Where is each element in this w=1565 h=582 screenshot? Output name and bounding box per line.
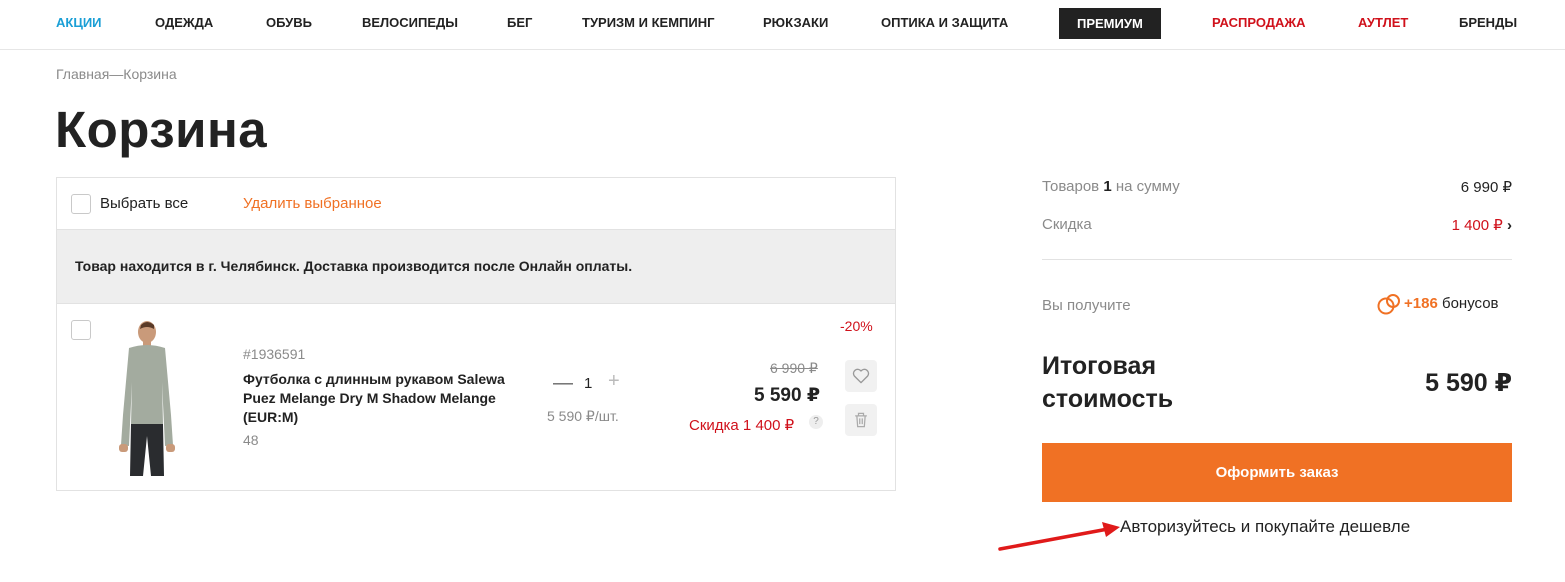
- nav-item-sale[interactable]: РАСПРОДАЖА: [1212, 0, 1306, 46]
- discount-label: Скидка: [1042, 216, 1092, 233]
- select-all-checkbox[interactable]: [71, 194, 91, 214]
- chevron-right-icon: ›: [1507, 217, 1512, 234]
- breadcrumb: Главная—Корзина: [56, 66, 177, 82]
- bonus-word: бонусов: [1442, 295, 1499, 312]
- nav-item-sales[interactable]: АКЦИИ: [56, 0, 102, 46]
- select-bar: Выбрать все Удалить выбранное: [57, 178, 895, 230]
- bonus-label: Вы получите: [1042, 297, 1131, 314]
- nav-item-shoes[interactable]: ОБУВЬ: [266, 0, 312, 46]
- nav-item-tourism[interactable]: ТУРИЗМ И КЕМПИНГ: [582, 0, 714, 46]
- discount-summary[interactable]: 1 400 ₽ ›: [1380, 216, 1512, 234]
- item-discount: Скидка 1 400 ₽: [689, 417, 795, 434]
- delivery-notice: Товар находится в г. Челябинск. Доставка…: [57, 230, 895, 304]
- checkout-button[interactable]: Оформить заказ: [1042, 443, 1512, 502]
- unit-price: 5 590 ₽/шт.: [547, 408, 619, 424]
- nav-item-outlet[interactable]: АУТЛЕТ: [1358, 0, 1408, 46]
- bonus-coins-icon: [1377, 294, 1400, 315]
- total-label: Итоговая стоимость: [1042, 352, 1174, 413]
- items-suffix: на сумму: [1115, 178, 1180, 195]
- quantity-increase-button[interactable]: +: [608, 370, 620, 393]
- nav-item-clothing[interactable]: ОДЕЖДА: [155, 0, 213, 46]
- trash-icon: [855, 412, 867, 428]
- item-name[interactable]: Футболка с длинным рукавом Salewa Puez M…: [243, 370, 533, 427]
- discount-value: 1 400 ₽: [1451, 217, 1503, 234]
- page-title: Корзина: [55, 101, 268, 158]
- product-image[interactable]: [107, 320, 187, 478]
- select-all-label[interactable]: Выбрать все: [100, 195, 188, 212]
- items-prefix: Товаров: [1042, 178, 1100, 195]
- heart-icon: [852, 368, 870, 384]
- delete-item-button[interactable]: [845, 404, 877, 436]
- item-price: 5 590 ₽: [754, 385, 821, 406]
- delivery-notice-text: Товар находится в г. Челябинск. Доставка…: [75, 258, 633, 274]
- item-checkbox[interactable]: [71, 320, 91, 340]
- nav-item-backpacks[interactable]: РЮКЗАКИ: [763, 0, 828, 46]
- breadcrumb-current: Корзина: [123, 66, 177, 82]
- nav-item-optics[interactable]: ОПТИКА И ЗАЩИТА: [881, 0, 1008, 46]
- discount-help-icon[interactable]: ?: [809, 415, 823, 429]
- quantity-value: 1: [584, 375, 593, 392]
- item-size: 48: [243, 432, 259, 448]
- item-sku: #1936591: [243, 346, 306, 362]
- top-nav: АКЦИИ ОДЕЖДА ОБУВЬ ВЕЛОСИПЕДЫ БЕГ ТУРИЗМ…: [0, 0, 1565, 50]
- items-count: 1: [1103, 178, 1112, 195]
- delete-selected-link[interactable]: Удалить выбранное: [243, 195, 382, 212]
- nav-item-running[interactable]: БЕГ: [507, 0, 532, 46]
- red-arrow-annotation: [998, 522, 1120, 551]
- items-summary: Товаров 1 на сумму: [1042, 178, 1180, 195]
- breadcrumb-home[interactable]: Главная: [56, 66, 109, 82]
- bonus-amount: +186: [1404, 295, 1438, 312]
- breadcrumb-separator: —: [109, 66, 124, 82]
- nav-item-bicycles[interactable]: ВЕЛОСИПЕДЫ: [362, 0, 458, 46]
- discount-badge: -20%: [840, 318, 873, 334]
- login-link[interactable]: Авторизуйтесь и покупайте дешевле: [1120, 517, 1410, 537]
- quantity-decrease-button[interactable]: —: [553, 372, 573, 395]
- cart-panel: Выбрать все Удалить выбранное Товар нахо…: [56, 177, 896, 491]
- old-price: 6 990 ₽: [770, 360, 818, 376]
- cart-item: #1936591 Футболка с длинным рукавом Sale…: [57, 304, 895, 490]
- nav-item-brands[interactable]: БРЕНДЫ: [1459, 0, 1517, 46]
- items-total: 6 990 ₽: [1460, 179, 1512, 196]
- favorite-button[interactable]: [845, 360, 877, 392]
- summary-divider: [1042, 259, 1512, 260]
- total-value: 5 590 ₽: [1425, 369, 1512, 397]
- nav-item-premium[interactable]: ПРЕМИУМ: [1059, 8, 1161, 39]
